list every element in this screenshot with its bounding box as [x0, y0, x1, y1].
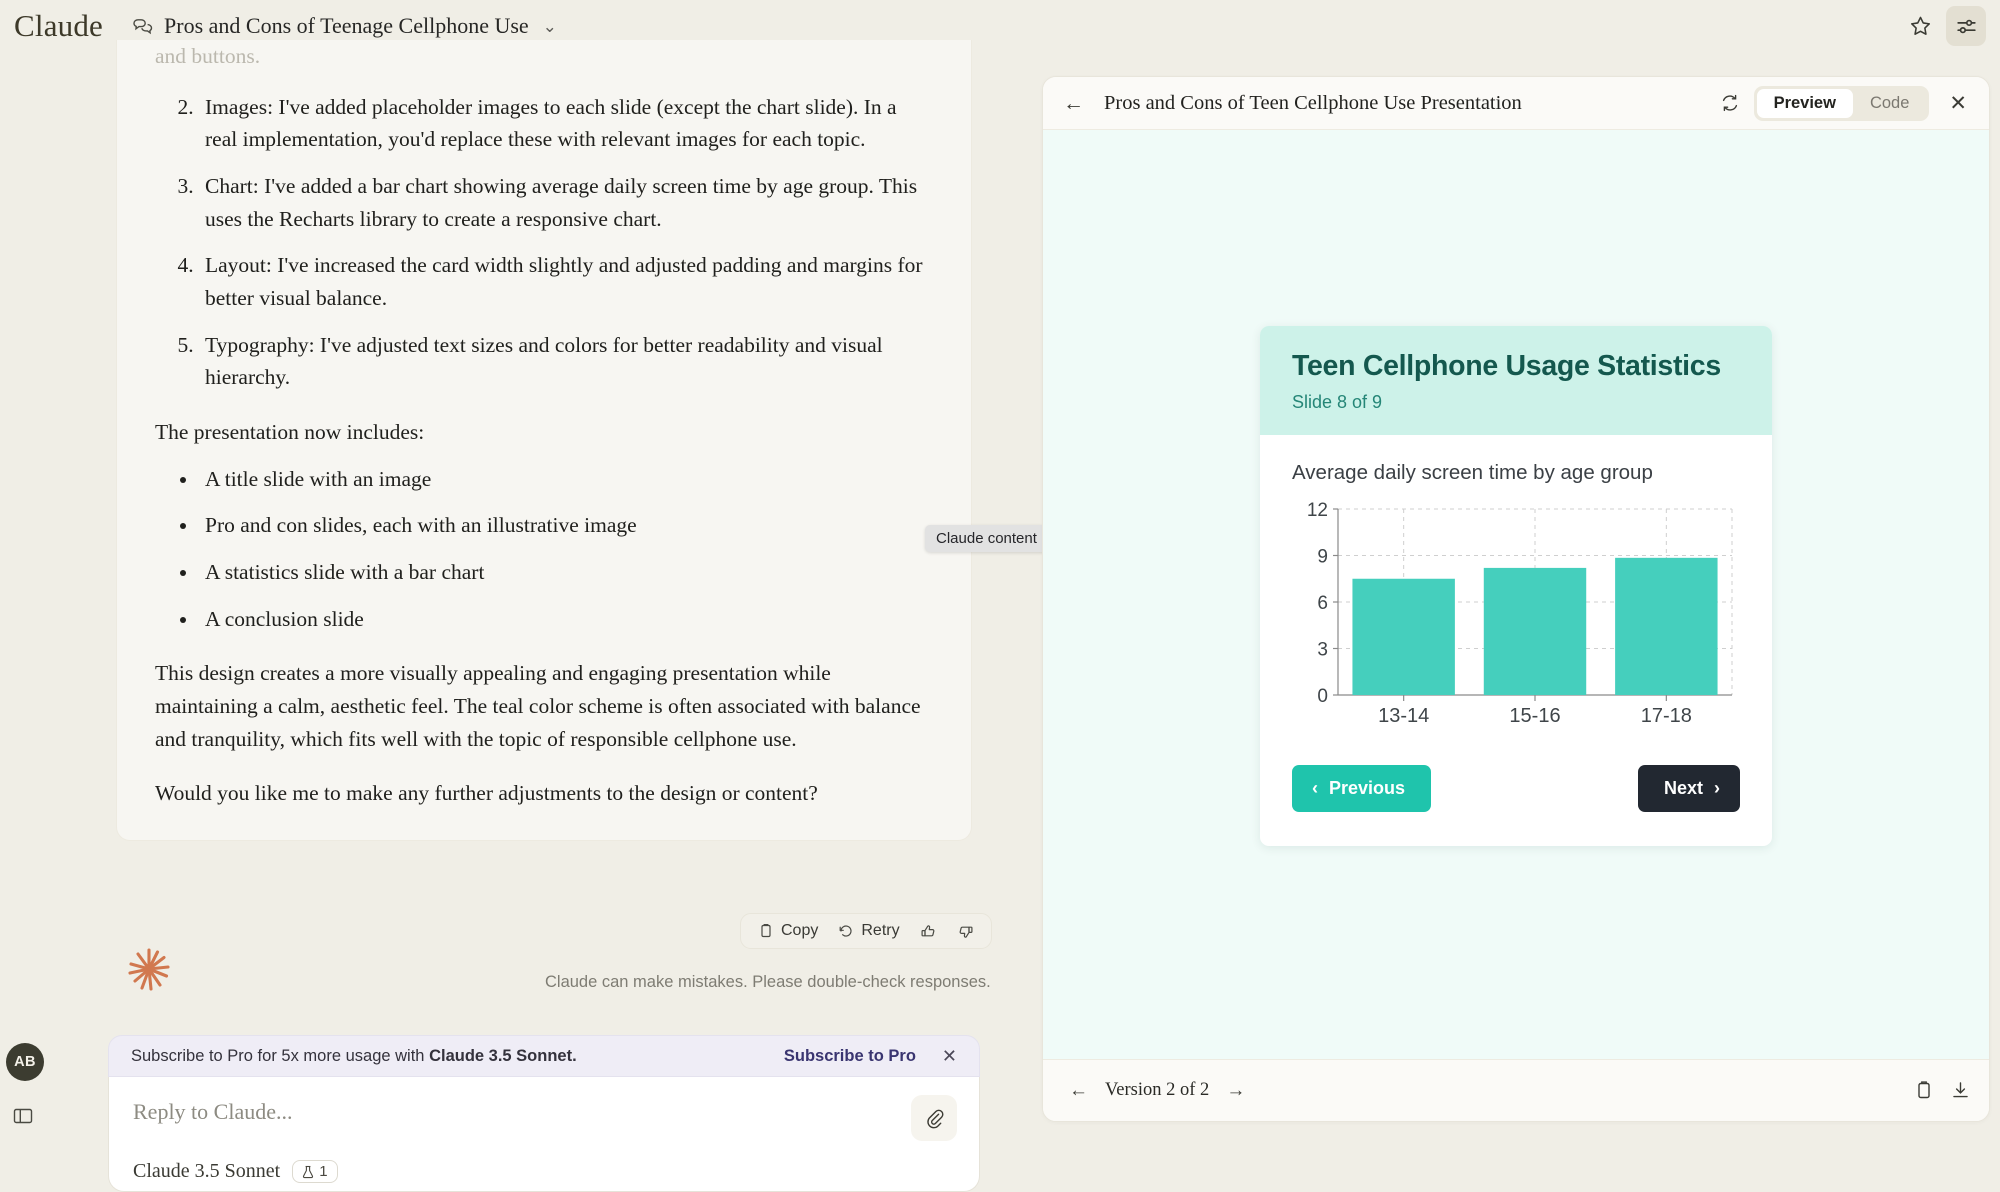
- chart-title: Average daily screen time by age group: [1292, 460, 1653, 484]
- view-mode-tabs: Preview Code: [1753, 85, 1930, 121]
- beaker-icon: [302, 1165, 314, 1179]
- conversation-title: Pros and Cons of Teenage Cellphone Use: [164, 13, 529, 38]
- includes-intro: The presentation now includes:: [155, 420, 425, 445]
- paperclip-icon: [924, 1108, 945, 1129]
- top-bar-actions: [1900, 6, 1986, 46]
- artifact-title: Pros and Cons of Teen Cellphone Use Pres…: [1104, 91, 1522, 114]
- svg-text:6: 6: [1317, 593, 1328, 614]
- app-logo[interactable]: Claude: [14, 8, 103, 44]
- panel-toggle-icon[interactable]: [12, 1105, 34, 1127]
- retry-label: Retry: [861, 922, 900, 939]
- list-item: A statistics slide with a bar chart: [199, 556, 933, 589]
- subscribe-text: Subscribe to Pro for 5x more usage with …: [131, 1046, 577, 1065]
- paragraph-question: Would you like me to make any further ad…: [155, 781, 818, 806]
- message-actions: Copy Retry: [740, 913, 992, 949]
- slide-title: Teen Cellphone Usage Statistics: [1292, 349, 1721, 382]
- svg-text:0: 0: [1317, 686, 1328, 707]
- retry-button[interactable]: Retry: [829, 918, 908, 944]
- chat-column: and buttons. Images: I've added placehol…: [0, 40, 1045, 1192]
- chevron-down-icon: ⌄: [542, 16, 557, 36]
- tooltip: Claude content: [925, 525, 1048, 552]
- copy-artifact-icon[interactable]: [1913, 1080, 1934, 1101]
- version-navigation: ← Version 2 of 2 →: [1069, 1080, 1245, 1101]
- clipboard-icon: [758, 923, 774, 939]
- previous-slide-button[interactable]: ‹ Previous: [1292, 764, 1432, 812]
- thumbs-down-icon[interactable]: [948, 919, 983, 944]
- list-item: Typography: I've adjusted text sizes and…: [199, 329, 933, 394]
- slide-header: Teen Cellphone Usage Statistics Slide 8 …: [1260, 325, 1772, 435]
- svg-text:9: 9: [1317, 546, 1328, 567]
- chevron-left-icon: ‹: [1312, 777, 1318, 798]
- list-item: A title slide with an image: [199, 463, 933, 496]
- reply-input[interactable]: Reply to Claude...: [133, 1099, 955, 1125]
- conversation-title-chip[interactable]: Pros and Cons of Teenage Cellphone Use ⌄: [131, 13, 557, 39]
- beaker-chip[interactable]: 1: [292, 1160, 338, 1183]
- presentation-slide: Teen Cellphone Usage Statistics Slide 8 …: [1260, 325, 1772, 846]
- composer-footer: Claude 3.5 Sonnet 1: [133, 1160, 338, 1183]
- tab-preview[interactable]: Preview: [1756, 88, 1853, 118]
- paragraph-design: This design creates a more visually appe…: [155, 661, 921, 751]
- attach-file-button[interactable]: [911, 1095, 957, 1141]
- version-next-icon[interactable]: →: [1226, 1081, 1245, 1100]
- back-arrow-icon[interactable]: ←: [1063, 93, 1084, 114]
- list-item: Layout: I've increased the card width sl…: [199, 249, 933, 314]
- artifact-panel: ← Pros and Cons of Teen Cellphone Use Pr…: [1042, 76, 1990, 1122]
- slide-navigation: ‹ Previous Next ›: [1260, 749, 1772, 846]
- star-icon[interactable]: [1900, 6, 1940, 46]
- composer-area: Subscribe to Pro for 5x more usage with …: [108, 1035, 980, 1192]
- svg-text:12: 12: [1307, 500, 1328, 521]
- version-label: Version 2 of 2: [1105, 1080, 1210, 1100]
- bullet-list: A title slide with an image Pro and con …: [155, 463, 933, 636]
- download-icon[interactable]: [1950, 1080, 1971, 1101]
- svg-text:15-16: 15-16: [1509, 705, 1560, 727]
- list-item: Images: I've added placeholder images to…: [199, 91, 933, 156]
- message-input-container[interactable]: Reply to Claude... Claude 3.5 Sonnet 1: [108, 1077, 980, 1192]
- copy-label: Copy: [781, 922, 819, 939]
- model-selector[interactable]: Claude 3.5 Sonnet: [133, 1160, 280, 1183]
- numbered-list: Images: I've added placeholder images to…: [155, 91, 933, 394]
- subscribe-to-pro-link[interactable]: Subscribe to Pro: [784, 1047, 916, 1066]
- disclaimer-text: Claude can make mistakes. Please double-…: [545, 973, 991, 991]
- next-slide-button[interactable]: Next ›: [1637, 764, 1740, 812]
- close-icon[interactable]: ✕: [942, 1047, 957, 1065]
- svg-text:3: 3: [1317, 639, 1328, 660]
- svg-text:17-18: 17-18: [1641, 705, 1692, 727]
- subscribe-banner: Subscribe to Pro for 5x more usage with …: [108, 1035, 980, 1077]
- refresh-icon[interactable]: [1720, 93, 1740, 113]
- bar-chart: 0 3 6 9 12 13-14 15-16 17-18: [1292, 499, 1740, 749]
- list-item: Pro and con slides, each with an illustr…: [199, 509, 933, 542]
- beaker-count: 1: [319, 1163, 328, 1180]
- artifact-preview-canvas: Teen Cellphone Usage Statistics Slide 8 …: [1043, 130, 1989, 1059]
- close-icon[interactable]: ✕: [1943, 93, 1973, 114]
- copy-button[interactable]: Copy: [749, 918, 827, 944]
- chevron-right-icon: ›: [1714, 777, 1720, 798]
- list-item: Chart: I've added a bar chart showing av…: [199, 170, 933, 235]
- artifact-header: ← Pros and Cons of Teen Cellphone Use Pr…: [1043, 77, 1989, 130]
- thumbs-up-icon[interactable]: [911, 919, 946, 944]
- slide-counter: Slide 8 of 9: [1292, 391, 1383, 412]
- tab-code[interactable]: Code: [1853, 89, 1926, 118]
- sliders-icon[interactable]: [1946, 6, 1986, 46]
- svg-text:13-14: 13-14: [1378, 705, 1429, 727]
- chat-bubbles-icon: [131, 15, 153, 37]
- slide-body: Average daily screen time by age group 0…: [1260, 435, 1772, 749]
- next-label: Next: [1663, 777, 1703, 798]
- previous-label: Previous: [1329, 777, 1406, 798]
- version-prev-icon[interactable]: ←: [1069, 1081, 1088, 1100]
- refresh-ccw-icon: [838, 923, 854, 939]
- list-item: A conclusion slide: [199, 603, 933, 636]
- user-avatar[interactable]: AB: [6, 1043, 44, 1081]
- assistant-message: and buttons. Images: I've added placehol…: [116, 40, 972, 842]
- claude-starburst-logo: [125, 945, 173, 993]
- truncated-text: and buttons.: [155, 44, 261, 68]
- artifact-footer: ← Version 2 of 2 →: [1043, 1059, 1989, 1121]
